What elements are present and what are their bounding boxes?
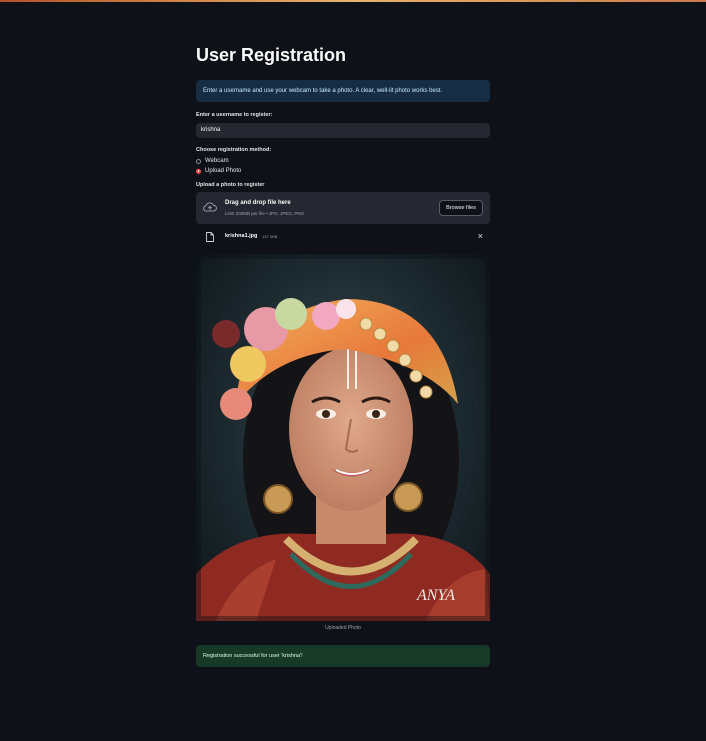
file-size: 137.9KB xyxy=(262,234,278,239)
method-label: Choose registration method: xyxy=(196,147,272,153)
page-title: User Registration xyxy=(196,45,347,65)
radio-option-webcam[interactable]: Webcam xyxy=(196,156,490,166)
success-alert: Registration successful for user 'krishn… xyxy=(196,645,490,667)
username-label: Enter a username to register: xyxy=(196,112,273,118)
radio-label-webcam: Webcam xyxy=(205,158,229,164)
info-alert: Enter a username and use your webcam to … xyxy=(196,80,490,102)
file-dropzone[interactable]: Drag and drop file here Limit 200MB per … xyxy=(196,192,490,224)
username-input[interactable]: krishna xyxy=(196,123,490,138)
top-decoration-bar xyxy=(0,0,706,2)
radio-unselected-icon xyxy=(196,158,201,164)
method-radio-group: Webcam Upload Photo xyxy=(196,156,490,176)
photo-watermark: ANYA xyxy=(416,587,455,604)
dropzone-title: Drag and drop file here xyxy=(225,200,291,206)
radio-option-upload-photo[interactable]: Upload Photo xyxy=(196,166,490,176)
dropzone-subtitle: Limit 200MB per file • JPG, JPEG, PNG xyxy=(225,211,305,216)
upload-label: Upload a photo to register xyxy=(196,182,265,188)
radio-label-upload-photo: Upload Photo xyxy=(205,168,242,174)
file-icon xyxy=(206,232,214,242)
uploaded-photo: ANYA xyxy=(196,254,490,621)
browse-files-button[interactable]: Browse files xyxy=(439,200,483,216)
remove-file-icon[interactable]: × xyxy=(478,231,483,241)
cloud-upload-icon xyxy=(203,202,217,212)
radio-selected-icon xyxy=(196,168,201,174)
portrait-illustration: ANYA xyxy=(196,254,490,621)
main-content: User Registration Enter a username and u… xyxy=(196,44,490,667)
photo-caption: Uploaded Photo xyxy=(325,625,361,631)
uploaded-file-row: krishna1.jpg 137.9KB × xyxy=(196,228,490,246)
file-name: krishna1.jpg xyxy=(225,233,258,239)
